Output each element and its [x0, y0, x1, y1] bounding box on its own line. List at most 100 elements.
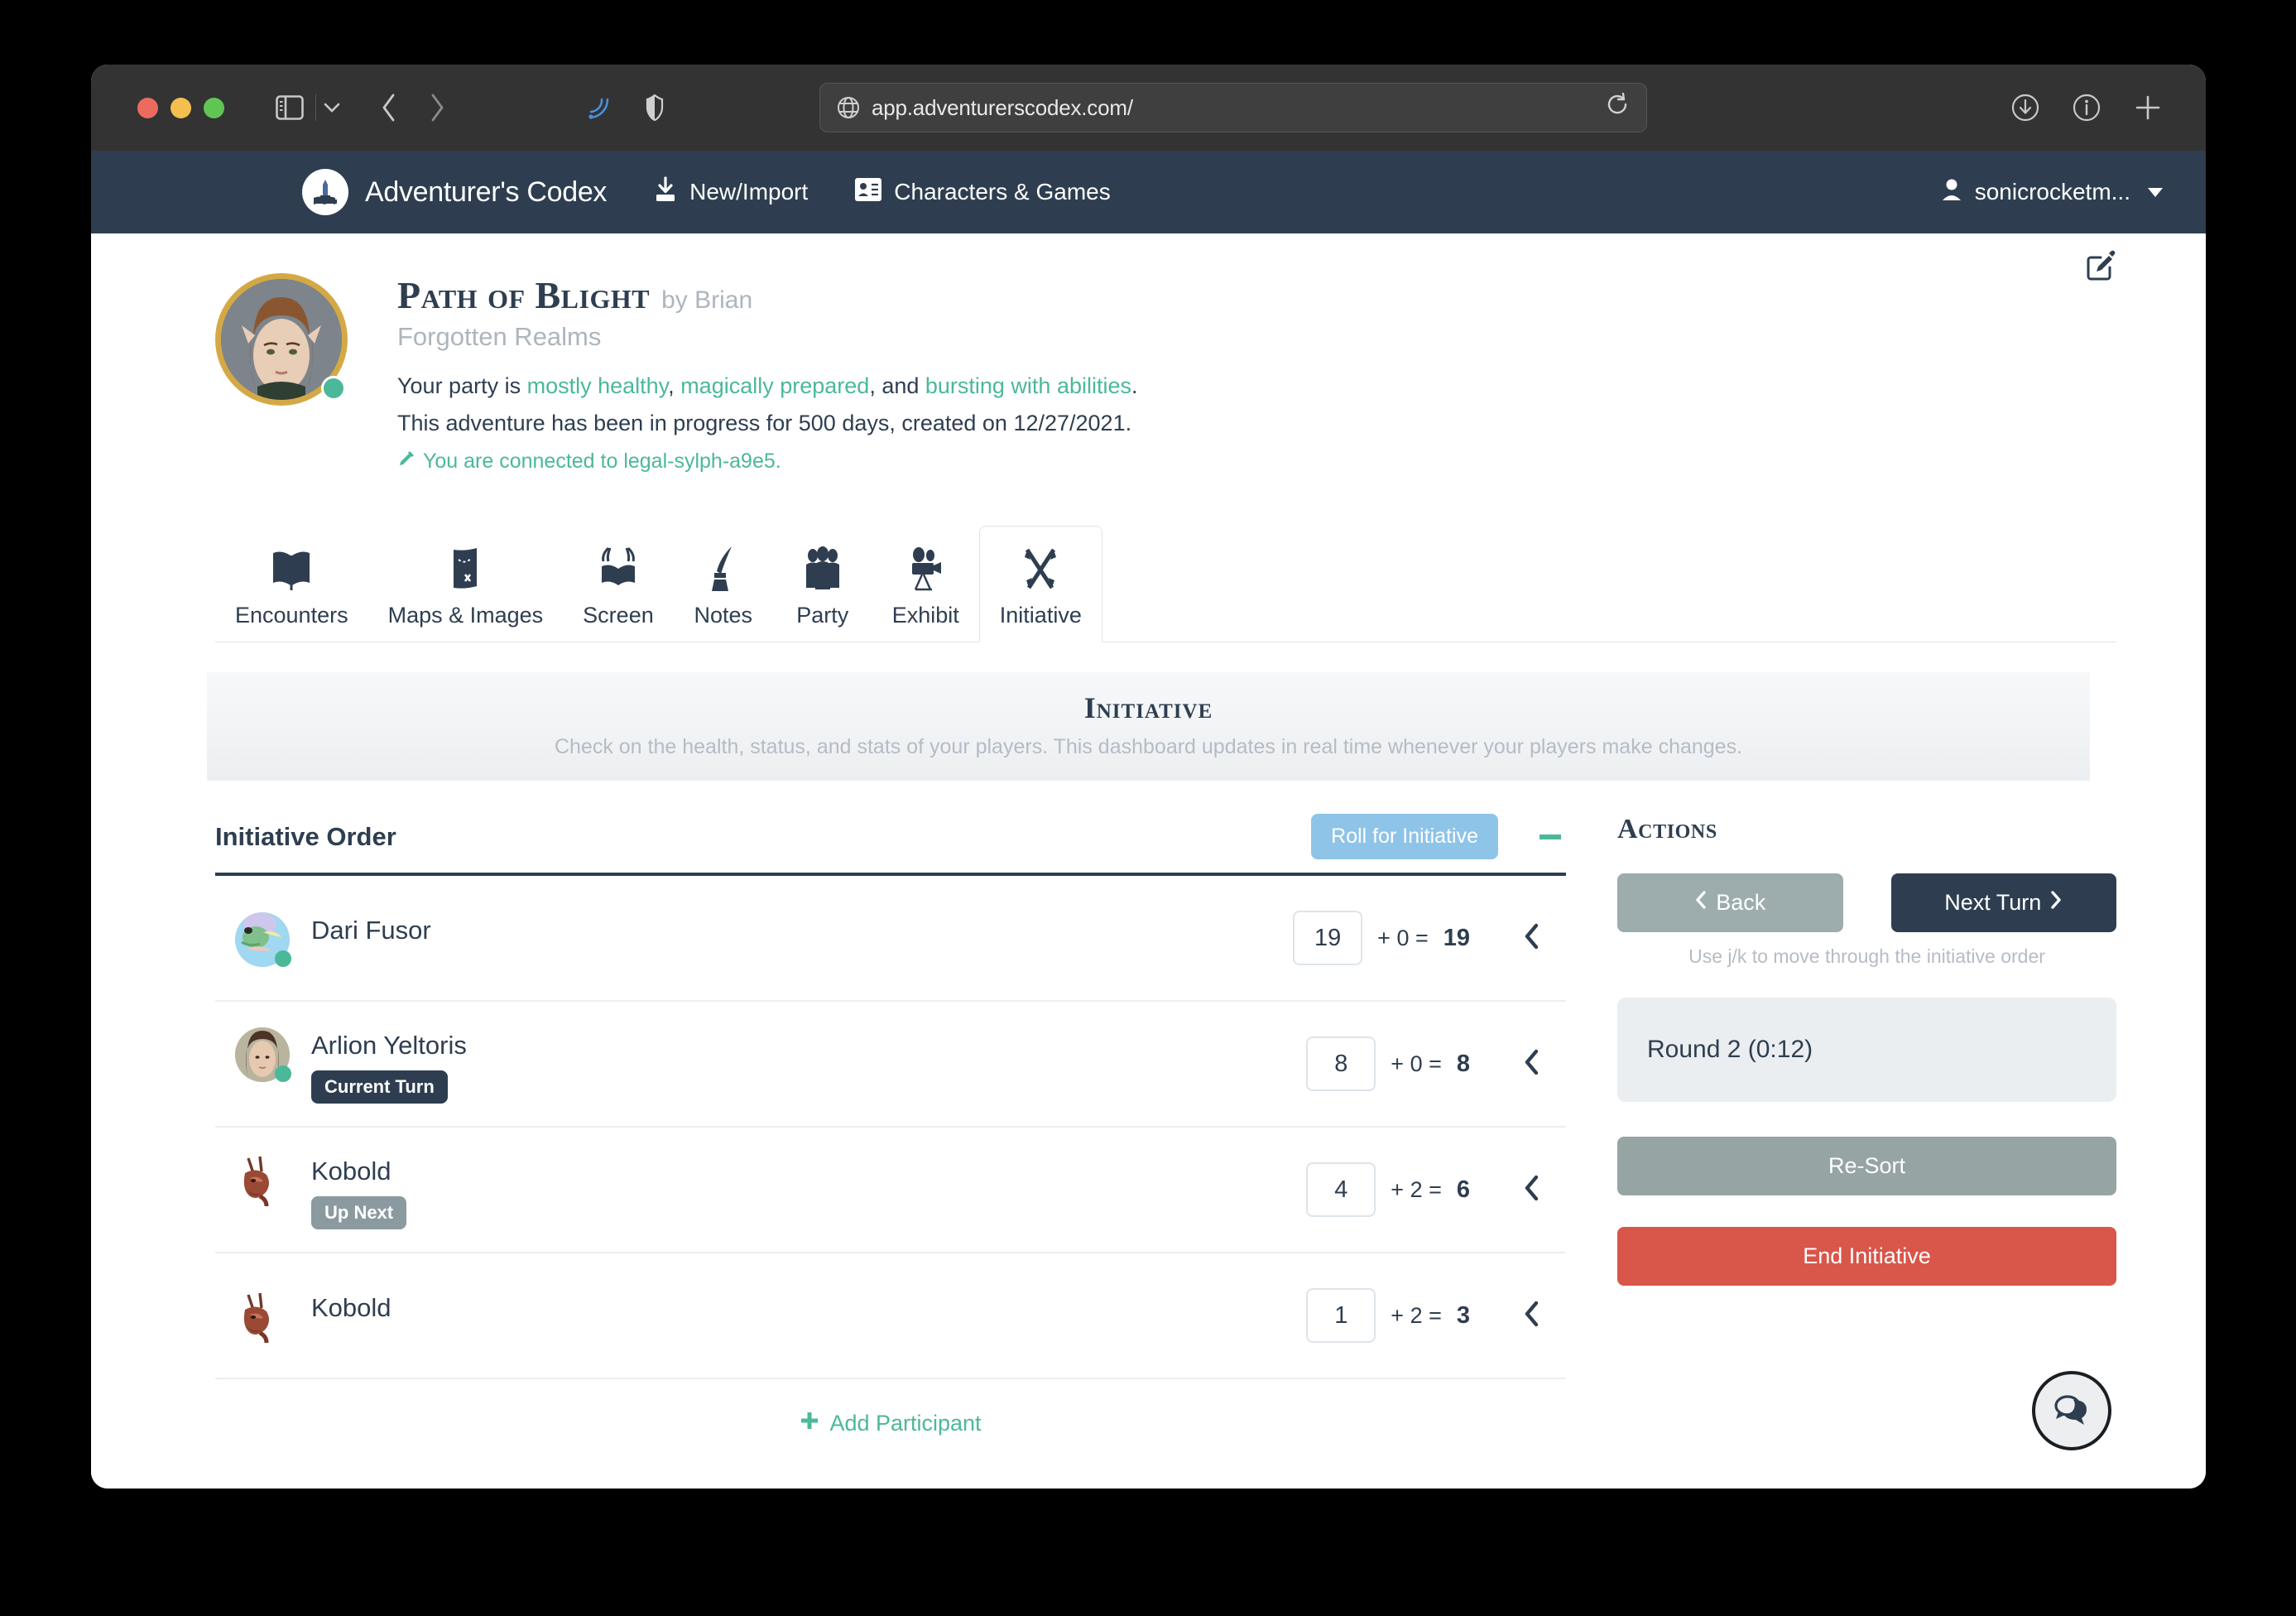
initiative-modifier: + 0 = — [1391, 1051, 1442, 1076]
online-status-dot — [275, 1065, 291, 1082]
back-button-label: Back — [1716, 890, 1766, 915]
connection-status-label: You are connected to legal-sylph-a9e5. — [423, 450, 781, 473]
initiative-content: Initiative Order Roll for Initiative Dar… — [215, 814, 2116, 1436]
download-icon[interactable] — [2010, 93, 2040, 123]
tab-initiative[interactable]: Initiative — [978, 526, 1102, 642]
initiative-roll-input[interactable] — [1306, 1288, 1376, 1343]
initiative-roll-input[interactable] — [1306, 1162, 1376, 1217]
next-turn-button[interactable]: Next Turn — [1890, 873, 2116, 932]
participant-avatar[interactable] — [235, 1290, 290, 1344]
party-status-spells: magically prepared — [680, 373, 870, 398]
edit-campaign-button[interactable] — [2083, 250, 2116, 287]
roll-for-initiative-button[interactable]: Roll for Initiative — [1311, 814, 1498, 859]
round-indicator: Round 2 (0:12) — [1617, 998, 2116, 1102]
forward-chevron-icon — [2049, 890, 2063, 916]
page-content: Path of Blight by Brian Forgotten Realms… — [91, 233, 2206, 1489]
id-card-icon — [854, 177, 882, 208]
expand-chevron-icon[interactable] — [1521, 1048, 1543, 1080]
actions-panel: Actions Back Next Turn Use j/k to move t… — [1617, 814, 2116, 1436]
table-row[interactable]: Kobold Up Next + 2 = 6 — [215, 1128, 1566, 1253]
party-status-health: mostly healthy — [526, 373, 669, 398]
initiative-modifier: + 0 = — [1377, 925, 1429, 950]
participant-avatar[interactable] — [235, 1153, 290, 1208]
nav-new-import[interactable]: New/Import — [653, 176, 808, 209]
participant-avatar[interactable] — [235, 912, 291, 967]
tab-maps-images[interactable]: Maps & Images — [368, 527, 564, 642]
tab-screen[interactable]: Screen — [563, 527, 674, 642]
expand-chevron-icon[interactable] — [1521, 922, 1543, 955]
close-window-button[interactable] — [137, 97, 158, 118]
chat-fab-button[interactable] — [2032, 1371, 2111, 1450]
avatar — [235, 1290, 290, 1344]
nav-characters-games[interactable]: Characters & Games — [854, 177, 1111, 208]
campaign-avatar[interactable] — [215, 273, 348, 406]
expand-chevron-icon[interactable] — [1521, 1300, 1543, 1332]
initiative-modifier: + 2 = — [1391, 1176, 1442, 1202]
tab-party[interactable]: Party — [773, 527, 872, 642]
campaign-info: Path of Blight by Brian Forgotten Realms… — [397, 268, 1138, 474]
add-participant-button[interactable]: Add Participant — [215, 1379, 1566, 1436]
participant-name: Kobold — [311, 1293, 391, 1322]
participant-initiative: + 0 = 19 — [1293, 911, 1566, 965]
initiative-roll-input[interactable] — [1306, 1036, 1376, 1091]
reload-icon[interactable] — [1607, 92, 1630, 123]
participant-initiative: + 0 = 8 — [1306, 1036, 1566, 1091]
globe-icon — [837, 96, 860, 119]
campaign-setting: Forgotten Realms — [397, 322, 602, 351]
app-navbar: Adventurer's Codex New/Import Characters… — [91, 151, 2206, 233]
initiative-order-header: Initiative Order Roll for Initiative — [215, 814, 1566, 876]
end-initiative-button[interactable]: End Initiative — [1617, 1227, 2116, 1286]
table-row[interactable]: Arlion Yeltoris Current Turn + 0 = 8 — [215, 1002, 1566, 1128]
plug-icon — [397, 450, 415, 474]
new-tab-plus-icon[interactable] — [2133, 93, 2163, 123]
back-chevron-icon[interactable] — [379, 91, 399, 124]
participant-identity: Dari Fusor — [215, 909, 745, 967]
user-menu[interactable]: sonicrocketm... — [1941, 178, 2163, 207]
sep-1: , — [668, 373, 681, 398]
initiative-roll-input[interactable] — [1293, 911, 1363, 965]
minimize-window-button[interactable] — [171, 97, 191, 118]
tab-notes[interactable]: Notes — [674, 527, 773, 642]
minus-icon[interactable] — [1539, 834, 1561, 839]
tab-exhibit[interactable]: Exhibit — [872, 527, 979, 642]
address-bar[interactable]: app.adventurerscodex.com/ — [819, 83, 1647, 132]
expand-chevron-icon[interactable] — [1521, 1174, 1543, 1206]
nav-new-import-label: New/Import — [689, 179, 809, 204]
page-title: Path of Blight — [397, 274, 651, 316]
sidebar-icon[interactable] — [276, 95, 304, 120]
info-icon[interactable] — [2072, 93, 2101, 123]
toolbar-divider — [315, 94, 316, 121]
participant-body: Dari Fusor — [311, 909, 431, 945]
banner-title: Initiative — [1083, 691, 1213, 724]
initiative-order-panel: Initiative Order Roll for Initiative Dar… — [215, 814, 1566, 1436]
forward-chevron-icon[interactable] — [427, 91, 447, 124]
table-row[interactable]: Kobold + 2 = 3 — [215, 1253, 1566, 1379]
crossed-swords-icon — [1019, 541, 1062, 593]
brand-name: Adventurer's Codex — [365, 176, 608, 208]
re-sort-button[interactable]: Re-Sort — [1617, 1137, 2116, 1195]
tab-encounters-label: Encounters — [235, 603, 348, 628]
tab-maps-images-label: Maps & Images — [387, 603, 544, 628]
sep-3: . — [1131, 373, 1138, 398]
import-icon — [653, 176, 678, 209]
chevron-down-icon[interactable] — [321, 100, 343, 115]
initiative-total: 3 — [1456, 1301, 1470, 1329]
plus-icon — [800, 1411, 819, 1436]
rss-icon[interactable] — [586, 94, 611, 121]
participant-name: Kobold — [311, 1157, 391, 1186]
banner-subtitle: Check on the health, status, and stats o… — [554, 735, 1743, 758]
initiative-total: 6 — [1456, 1176, 1470, 1203]
tab-encounters[interactable]: Encounters — [215, 527, 368, 642]
privacy-shield-icon[interactable] — [646, 94, 664, 121]
app-logo-icon — [302, 169, 348, 215]
participant-avatar[interactable] — [235, 1027, 291, 1082]
keyboard-hint: Use j/k to move through the initiative o… — [1688, 945, 2045, 967]
maximize-window-button[interactable] — [204, 97, 224, 118]
campaign-author: by Brian — [661, 286, 753, 314]
brand-home-link[interactable]: Adventurer's Codex — [302, 169, 607, 215]
table-row[interactable]: Dari Fusor + 0 = 19 — [215, 876, 1566, 1002]
open-book-icon — [270, 541, 313, 593]
chat-bubbles-icon — [2052, 1390, 2092, 1432]
back-button[interactable]: Back — [1617, 873, 1843, 932]
tab-notes-label: Notes — [694, 603, 752, 628]
